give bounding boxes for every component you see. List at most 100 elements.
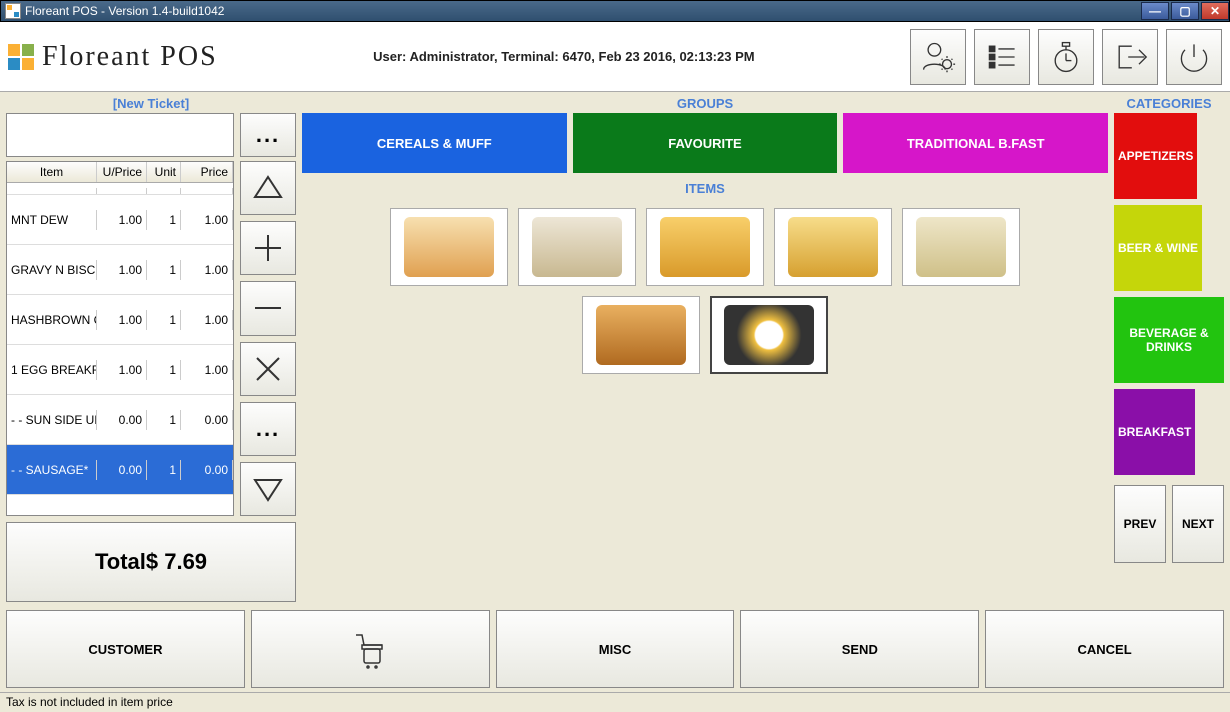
- menu-item-bacon-egg-burger[interactable]: [390, 208, 508, 286]
- menu-item-eggs-bacon-plate[interactable]: [710, 296, 828, 374]
- menu-item-biscuits-gravy[interactable]: [518, 208, 636, 286]
- food-image-icon: [404, 217, 494, 277]
- triangle-up-icon: [251, 171, 285, 205]
- menu-item-omelette-toast[interactable]: [646, 208, 764, 286]
- cancel-button[interactable]: CANCEL: [985, 610, 1224, 688]
- exit-icon: [1112, 39, 1148, 75]
- ticket-more-button[interactable]: ...: [240, 113, 296, 157]
- food-image-icon: [596, 305, 686, 365]
- ticket-cell-unit: 1: [147, 210, 181, 230]
- logout-button[interactable]: [1102, 29, 1158, 85]
- menu-item-croissant-sandwich[interactable]: [582, 296, 700, 374]
- ticket-row[interactable]: HASHBROWN COMBO1.0011.00: [7, 295, 233, 345]
- ticket-grid[interactable]: Item U/Price Unit Price MNT DEW1.0011.00…: [6, 161, 234, 516]
- app-header: Floreant POS User: Administrator, Termin…: [0, 22, 1230, 92]
- group-button[interactable]: FAVOURITE: [573, 113, 838, 173]
- ticket-cell-unit: 1: [147, 360, 181, 380]
- ticket-cell-uprice: 0.00: [97, 460, 147, 480]
- col-uprice: U/Price: [97, 162, 147, 182]
- user-settings-button[interactable]: [910, 29, 966, 85]
- ticket-cell-uprice: 0.00: [97, 410, 147, 430]
- maximize-button[interactable]: ▢: [1171, 2, 1199, 20]
- ticket-cell-item: HASHBROWN COMBO: [7, 310, 97, 330]
- ticket-grid-header: Item U/Price Unit Price: [7, 162, 233, 183]
- ticket-cell-uprice: 1.00: [97, 360, 147, 380]
- ticket-cell-item: MNT DEW: [7, 210, 97, 230]
- item-more-button[interactable]: ...: [240, 402, 296, 456]
- triangle-down-icon: [251, 472, 285, 506]
- ticket-cell-price: 0.00: [181, 410, 233, 430]
- send-button[interactable]: SEND: [740, 610, 979, 688]
- category-button[interactable]: BEVERAGE & DRINKS: [1114, 297, 1224, 383]
- ticket-cell-item: GRAVY N BISCUIT: [7, 260, 97, 280]
- ticket-row[interactable]: [7, 183, 233, 195]
- ticket-cell-item: - - SUN SIDE UP*: [7, 410, 97, 430]
- food-image-icon: [788, 217, 878, 277]
- status-bar: Tax is not included in item price: [0, 692, 1230, 712]
- ticket-cell-uprice: 1.00: [97, 310, 147, 330]
- col-price: Price: [181, 162, 233, 182]
- ticket-row[interactable]: GRAVY N BISCUIT1.0011.00: [7, 245, 233, 295]
- ticket-cell-unit: 1: [147, 260, 181, 280]
- groups-label: GROUPS: [302, 96, 1108, 111]
- user-gear-icon: [920, 39, 956, 75]
- ticket-row[interactable]: 1 EGG BREAKFAST1.0011.00: [7, 345, 233, 395]
- categories-label: CATEGORIES: [1114, 96, 1224, 111]
- category-button[interactable]: APPETIZERS: [1114, 113, 1197, 199]
- scroll-down-button[interactable]: [240, 462, 296, 516]
- col-item: Item: [7, 162, 97, 182]
- ticket-panel: [New Ticket] ... Item U/Price Unit Price…: [6, 96, 296, 602]
- category-button[interactable]: BREAKFAST: [1114, 389, 1195, 475]
- ticket-label: [New Ticket]: [6, 96, 296, 111]
- brand-logo: Floreant POS: [8, 41, 218, 73]
- minimize-button[interactable]: —: [1141, 2, 1169, 20]
- x-icon: [251, 352, 285, 386]
- session-status: User: Administrator, Terminal: 6470, Feb…: [218, 49, 910, 64]
- window-titlebar: Floreant POS - Version 1.4-build1042 — ▢…: [0, 0, 1230, 22]
- category-button[interactable]: BEER & WINE: [1114, 205, 1202, 291]
- clock-button[interactable]: [1038, 29, 1094, 85]
- qty-minus-button[interactable]: [240, 281, 296, 335]
- ticket-cell-price: 1.00: [181, 360, 233, 380]
- qty-plus-button[interactable]: [240, 221, 296, 275]
- food-image-icon: [916, 217, 1006, 277]
- categories-prev-button[interactable]: PREV: [1114, 485, 1166, 563]
- app-icon: [5, 3, 21, 19]
- ticket-cell-price: 1.00: [181, 310, 233, 330]
- close-button[interactable]: ✕: [1201, 2, 1229, 20]
- ticket-row[interactable]: MNT DEW1.0011.00: [7, 195, 233, 245]
- food-image-icon: [660, 217, 750, 277]
- misc-button[interactable]: MISC: [496, 610, 735, 688]
- items-label: ITEMS: [302, 181, 1108, 196]
- ticket-search-input[interactable]: [6, 113, 234, 157]
- power-icon: [1176, 39, 1212, 75]
- hold-button[interactable]: [251, 610, 490, 688]
- scroll-up-button[interactable]: [240, 161, 296, 215]
- customer-button[interactable]: CUSTOMER: [6, 610, 245, 688]
- group-button[interactable]: TRADITIONAL B.FAST: [843, 113, 1108, 173]
- ticket-row[interactable]: - - SAUSAGE*0.0010.00: [7, 445, 233, 495]
- logo-mark-icon: [8, 44, 34, 70]
- ticket-cell-price: 1.00: [181, 210, 233, 230]
- cart-hold-icon: [350, 629, 390, 669]
- ticket-cell-price: 0.00: [181, 460, 233, 480]
- plus-icon: [251, 231, 285, 265]
- categories-panel: CATEGORIES APPETIZERSBEER & WINEBEVERAGE…: [1114, 96, 1224, 602]
- minus-icon: [251, 291, 285, 325]
- remove-item-button[interactable]: [240, 342, 296, 396]
- group-button[interactable]: CEREALS & MUFF: [302, 113, 567, 173]
- ticket-cell-item: - - SAUSAGE*: [7, 460, 97, 480]
- ticket-cell-unit: 1: [147, 410, 181, 430]
- stopwatch-icon: [1048, 39, 1084, 75]
- ticket-cell-item: 1 EGG BREAKFAST: [7, 360, 97, 380]
- food-image-icon: [724, 305, 814, 365]
- ticket-total: Total$ 7.69: [6, 522, 296, 602]
- list-icon: [984, 39, 1020, 75]
- shutdown-button[interactable]: [1166, 29, 1222, 85]
- orders-list-button[interactable]: [974, 29, 1030, 85]
- ticket-cell-uprice: 1.00: [97, 210, 147, 230]
- menu-item-wrap[interactable]: [902, 208, 1020, 286]
- ticket-row[interactable]: - - SUN SIDE UP*0.0010.00: [7, 395, 233, 445]
- menu-item-waffle-plate[interactable]: [774, 208, 892, 286]
- categories-next-button[interactable]: NEXT: [1172, 485, 1224, 563]
